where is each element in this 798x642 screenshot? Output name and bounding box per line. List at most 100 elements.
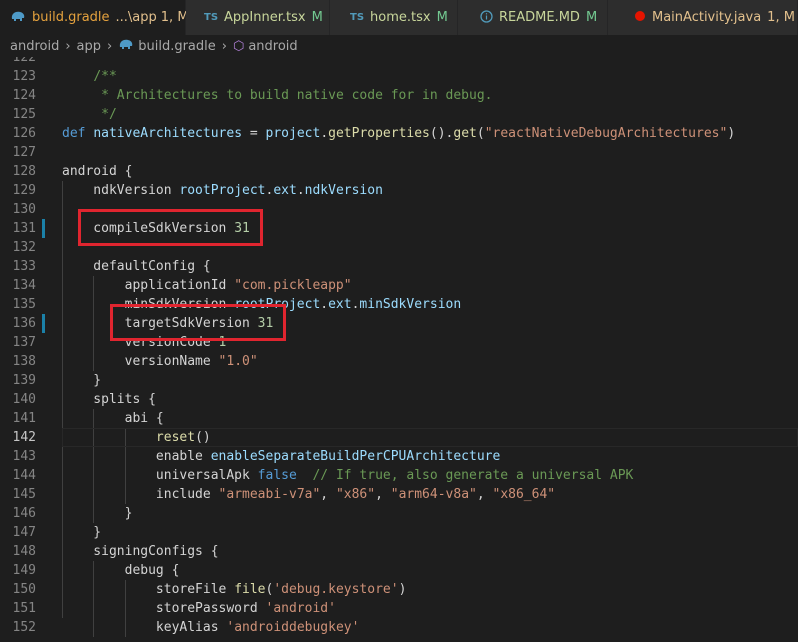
java-error-icon xyxy=(634,10,646,25)
code-line[interactable]: 151 storePassword 'android' xyxy=(0,599,798,618)
code-token: ndkVersion xyxy=(62,183,180,198)
code-token: 'android' xyxy=(265,601,336,616)
line-number: 135 xyxy=(12,297,36,312)
code-token: storePassword xyxy=(62,601,266,616)
code-line[interactable]: 148 signingConfigs { xyxy=(0,542,798,561)
chevron-right-icon: › xyxy=(65,38,71,54)
code-line[interactable]: 152 keyAlias 'androiddebugkey' xyxy=(0,618,798,637)
tab-label: home.tsx xyxy=(370,10,431,25)
code-line[interactable]: 122 xyxy=(0,57,798,67)
code-line[interactable]: 144 universalApk false // If true, also … xyxy=(0,466,798,485)
breadcrumb-item-build-gradle[interactable]: build.gradle xyxy=(138,39,216,54)
modified-line-indicator[interactable] xyxy=(42,219,45,238)
line-number: 130 xyxy=(12,202,36,217)
code-line[interactable]: 138 versionName "1.0" xyxy=(0,352,798,371)
line-number: 139 xyxy=(12,373,36,388)
tab-path: ...\app xyxy=(115,10,157,25)
code-token: } xyxy=(62,373,102,388)
line-code: debug { xyxy=(62,561,180,580)
code-token: defaultConfig { xyxy=(62,259,211,274)
code-token: 'androiddebugkey' xyxy=(226,620,360,635)
line-number: 134 xyxy=(12,278,36,293)
code-token: storeFile xyxy=(62,582,235,597)
typescript-icon: TS xyxy=(350,12,365,23)
code-line[interactable]: 142 reset() xyxy=(0,428,798,447)
code-line[interactable]: 140 splits { xyxy=(0,390,798,409)
code-line[interactable]: 150 storeFile file('debug.keystore') xyxy=(0,580,798,599)
code-token: reset xyxy=(155,430,196,445)
code-line[interactable]: 127 xyxy=(0,143,798,162)
code-token: , xyxy=(476,487,493,502)
code-token: include xyxy=(62,487,219,502)
tab-status: M xyxy=(585,10,598,25)
code-line[interactable]: 139 } xyxy=(0,371,798,390)
code-line[interactable]: 126 def nativeArchitectures = project.get… xyxy=(0,124,798,143)
code-token: universalApk xyxy=(62,468,258,483)
elephant-icon xyxy=(118,38,134,54)
code-token: , xyxy=(320,487,336,502)
chevron-right-icon: › xyxy=(221,38,227,54)
code-token: "armeabi-v7a" xyxy=(218,487,321,502)
editor-tab-bar: build.gradle ...\app 1, M ✕ TS AppInner.… xyxy=(0,0,798,35)
tab-build-gradle[interactable]: build.gradle ...\app 1, M ✕ xyxy=(0,0,207,35)
code-token: versionName xyxy=(62,354,219,369)
code-line[interactable]: 125 */ xyxy=(0,105,798,124)
code-editor[interactable]: 122 123 /** 124 * Architectures to build n… xyxy=(0,57,798,642)
code-token: /** xyxy=(93,69,117,84)
code-token: ( xyxy=(476,126,485,141)
code-line[interactable]: 128 android { xyxy=(0,162,798,181)
code-token: "reactNativeDebugArchitectures" xyxy=(484,126,728,141)
tab-status: 1, M xyxy=(160,10,189,25)
code-line[interactable]: 129 ndkVersion rootProject.ext.ndkVersio… xyxy=(0,181,798,200)
code-line[interactable]: 146 } xyxy=(0,504,798,523)
line-number: 144 xyxy=(12,468,36,483)
line-number: 122 xyxy=(12,57,36,65)
line-code: signingConfigs { xyxy=(62,542,218,561)
line-number: 123 xyxy=(12,69,36,84)
code-token: ext xyxy=(273,183,297,198)
code-token: keyAlias xyxy=(62,620,227,635)
tab-mainactivity[interactable]: MainActivity.java 1, M xyxy=(608,0,798,35)
tab-appinner[interactable]: TS AppInner.tsx M xyxy=(186,0,330,35)
line-number: 152 xyxy=(12,620,36,635)
code-token: debug { xyxy=(62,563,180,578)
code-line[interactable]: 134 applicationId "com.pickleapp" xyxy=(0,276,798,295)
tab-label: build.gradle xyxy=(32,10,110,25)
line-code: versionName "1.0" xyxy=(62,352,258,371)
line-number: 136 xyxy=(12,316,36,331)
code-line[interactable]: 123 /** xyxy=(0,67,798,86)
tab-home[interactable]: TS home.tsx M xyxy=(330,0,458,35)
breadcrumb: android › app › build.gradle › ⬡ android xyxy=(0,35,798,57)
line-number: 124 xyxy=(12,88,36,103)
code-line[interactable]: 124 * Architectures to build native code… xyxy=(0,86,798,105)
line-code: } xyxy=(62,371,101,390)
code-token: () xyxy=(195,430,211,445)
modified-line-indicator[interactable] xyxy=(42,314,45,333)
code-line[interactable]: 147 } xyxy=(0,523,798,542)
breadcrumb-item-android[interactable]: android xyxy=(10,39,59,54)
line-code: storeFile file('debug.keystore') xyxy=(62,580,406,599)
code-token: "1.0" xyxy=(218,354,258,369)
code-line[interactable]: 133 defaultConfig { xyxy=(0,257,798,276)
line-code: ndkVersion rootProject.ext.ndkVersion xyxy=(62,181,383,200)
line-number: 137 xyxy=(12,335,36,350)
tab-label: AppInner.tsx xyxy=(224,10,306,25)
line-number: 148 xyxy=(12,544,36,559)
breadcrumb-item-android-block[interactable]: android xyxy=(248,39,297,54)
code-line[interactable]: 141 abi { xyxy=(0,409,798,428)
code-token: , xyxy=(375,487,391,502)
tab-readme[interactable]: README.MD M xyxy=(458,0,608,35)
line-number: 142 xyxy=(12,430,36,445)
code-token: (). xyxy=(429,126,454,141)
code-token: ) xyxy=(727,126,736,141)
code-line[interactable]: 143 enable enableSeparateBuildPerCPUArch… xyxy=(0,447,798,466)
typescript-icon: TS xyxy=(204,12,219,23)
chevron-right-icon: › xyxy=(107,38,113,54)
line-number: 147 xyxy=(12,525,36,540)
breadcrumb-item-app[interactable]: app xyxy=(77,39,101,54)
code-token: get xyxy=(453,126,477,141)
code-line[interactable]: 149 debug { xyxy=(0,561,798,580)
code-token: . xyxy=(320,297,329,312)
code-line[interactable]: 145 include "armeabi-v7a", "x86", "arm64… xyxy=(0,485,798,504)
